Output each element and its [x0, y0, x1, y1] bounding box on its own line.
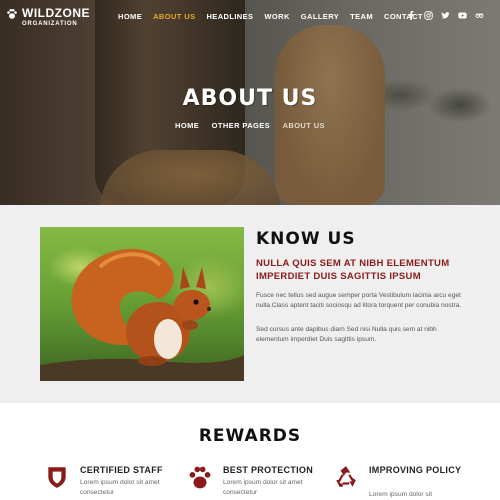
twitter-icon[interactable]	[441, 9, 450, 21]
page-title: ABOUT US	[182, 86, 318, 111]
paw-icon	[189, 466, 211, 489]
rewards-title: REWARDS	[198, 426, 302, 446]
reward-title: CERTIFIED STAFF	[80, 465, 163, 475]
facebook-icon[interactable]	[407, 9, 416, 21]
site-logo[interactable]: WILDZONE ORGANIZATION	[6, 6, 90, 28]
know-us-paragraph-1: Fusce nec tellus sed augue semper porta …	[256, 292, 462, 309]
breadcrumb-current: ABOUT US	[282, 121, 325, 130]
squirrel-image	[40, 227, 244, 381]
breadcrumb-other-pages[interactable]: OTHER PAGES	[212, 121, 270, 130]
main-nav: HOME ABOUT US HEADLINES WORK GALLERY TEA…	[118, 12, 434, 21]
paw-logo-icon	[7, 8, 17, 19]
nav-team[interactable]: TEAM	[350, 12, 373, 21]
nav-work[interactable]: WORK	[264, 12, 289, 21]
reward-title: BEST PROTECTION	[223, 465, 314, 475]
know-us-paragraph-2: Sed cursus ante dapibus diam Sed nisi Nu…	[256, 326, 437, 343]
reward-description: Lorem ipsum dolor sit	[369, 491, 433, 498]
social-links	[407, 9, 484, 21]
brand-title: WILDZONE	[22, 6, 90, 20]
know-us-section: KNOW US NULLA QUIS SEM AT NIBH ELEMENTUM…	[0, 205, 500, 403]
know-us-subtitle: NULLA QUIS SEM AT NIBH ELEMENTUM IMPERDI…	[256, 258, 450, 282]
breadcrumb-home[interactable]: HOME	[175, 121, 199, 130]
youtube-icon[interactable]	[458, 9, 467, 21]
breadcrumb: HOME OTHER PAGES ABOUT US	[0, 121, 500, 130]
instagram-icon[interactable]	[424, 9, 433, 21]
shield-icon	[48, 467, 66, 488]
tripadvisor-icon[interactable]	[475, 9, 484, 21]
brand-subtitle: ORGANIZATION	[22, 21, 78, 27]
reward-description: Lorem ipsum dolor sit amet consectetur	[223, 479, 303, 496]
reward-description: Lorem ipsum dolor sit amet consectetur	[80, 479, 160, 496]
reward-title: IMPROVING POLICY	[369, 465, 462, 475]
nav-about-us[interactable]: ABOUT US	[153, 12, 195, 21]
know-us-title: KNOW US	[256, 229, 356, 249]
recycle-icon	[336, 466, 356, 487]
nav-gallery[interactable]: GALLERY	[301, 12, 339, 21]
nav-home[interactable]: HOME	[118, 12, 142, 21]
nav-headlines[interactable]: HEADLINES	[206, 12, 253, 21]
